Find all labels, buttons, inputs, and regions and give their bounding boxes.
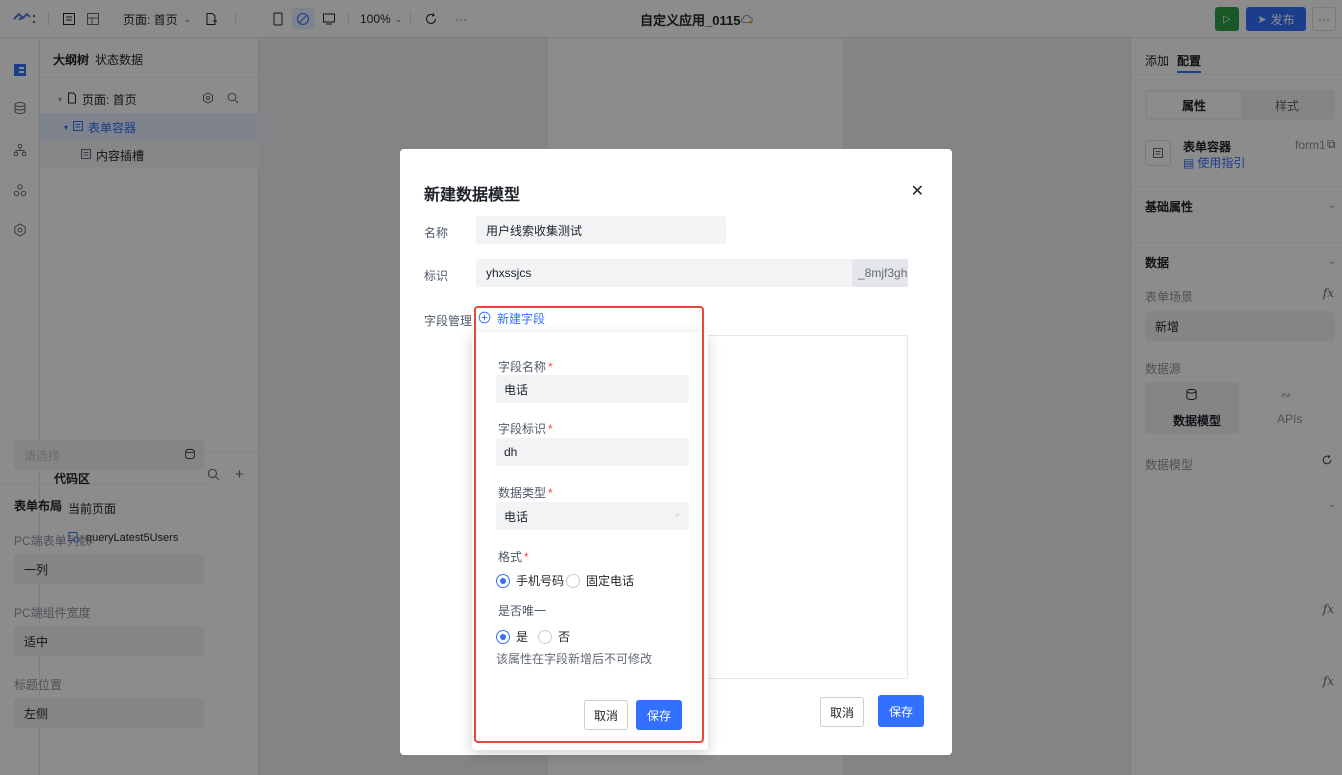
name-value: 用户线索收集测试 — [486, 223, 583, 238]
name-label: 名称 — [424, 226, 449, 240]
highlight-frame — [474, 306, 704, 743]
dialog-title: 新建数据模型 — [424, 187, 521, 204]
identifier-suffix: _8mjf3gh — [852, 259, 908, 287]
identifier-label: 标识 — [424, 269, 449, 283]
cancel-button[interactable]: 取消 — [820, 697, 864, 727]
fields-label: 字段管理 — [424, 314, 473, 328]
identifier-suffix-value: _8mjf3gh — [858, 266, 908, 280]
close-icon[interactable]: ✕ — [911, 181, 924, 201]
name-input[interactable]: 用户线索收集测试 — [476, 216, 726, 244]
save-button[interactable]: 保存 — [878, 695, 924, 727]
identifier-value: yhxssjcs — [486, 266, 532, 280]
identifier-input[interactable]: yhxssjcs — [476, 259, 852, 287]
